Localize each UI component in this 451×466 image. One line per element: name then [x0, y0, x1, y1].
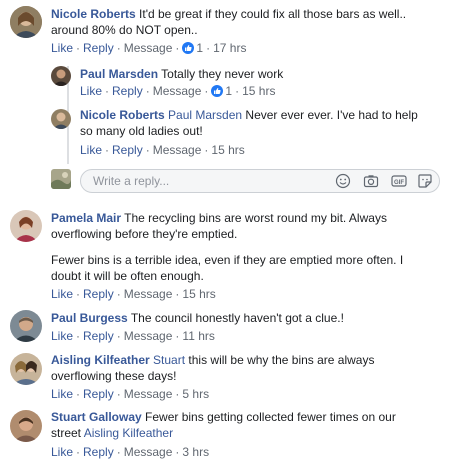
like-count[interactable]: 1 [196, 41, 203, 55]
timestamp[interactable]: 3 hrs [182, 445, 209, 459]
comment-text: The council honestly haven't got a clue.… [130, 311, 344, 325]
comment-author[interactable]: Aisling Kilfeather [51, 353, 150, 367]
timestamp[interactable]: 15 hrs [242, 84, 275, 98]
avatar-photo-icon [51, 66, 71, 86]
reply-author[interactable]: Nicole Roberts [80, 108, 165, 122]
comment-text: Fewer bins is a terrible idea, even if t… [51, 253, 404, 283]
timestamp[interactable]: 15 hrs [182, 287, 215, 301]
comment-author[interactable]: Pamela Mair [51, 211, 121, 225]
like-count[interactable]: 1 [225, 84, 232, 98]
avatar[interactable] [10, 210, 42, 242]
avatar[interactable] [10, 6, 42, 38]
mention-tag[interactable]: Paul Marsden [168, 108, 242, 122]
timestamp[interactable]: 15 hrs [211, 143, 244, 157]
avatar[interactable] [10, 410, 42, 442]
reply-author[interactable]: Paul Marsden [80, 67, 158, 81]
comment-actions: Like · Reply · Message · 11 hrs [51, 329, 215, 343]
avatar-photo-icon [10, 353, 42, 385]
like-thumb-icon[interactable] [182, 42, 195, 54]
reply-text: Totally they never work [161, 67, 284, 81]
message-link[interactable]: Message [124, 387, 173, 401]
avatar-photo-icon [10, 310, 42, 342]
reply-link[interactable]: Reply [83, 387, 114, 401]
comment-body: Pamela Mair The recycling bins are worst… [51, 210, 431, 242]
comment-body: Nicole Roberts It'd be great if they cou… [51, 6, 441, 38]
message-link[interactable]: Message [153, 84, 202, 98]
reply-actions: Like · Reply · Message · 15 hrs [80, 143, 245, 157]
avatar[interactable] [51, 66, 71, 86]
comment-author[interactable]: Paul Burgess [51, 311, 128, 325]
reply-link[interactable]: Reply [83, 445, 114, 459]
comment-author[interactable]: Stuart Galloway [51, 410, 142, 424]
like-link[interactable]: Like [51, 329, 73, 343]
comment-body: Paul Burgess The council honestly haven'… [51, 310, 441, 326]
svg-text:GIF: GIF [394, 180, 404, 186]
reply-link[interactable]: Reply [112, 143, 143, 157]
mention-tag[interactable]: Stuart [153, 353, 185, 367]
like-link[interactable]: Like [80, 84, 102, 98]
reply-input[interactable] [91, 173, 335, 189]
avatar[interactable] [10, 310, 42, 342]
sticker-icon[interactable] [417, 173, 433, 189]
timestamp[interactable]: 11 hrs [182, 329, 214, 343]
reply-box: GIF [80, 169, 440, 193]
comment-actions: Like · Reply · Message · 15 hrs [51, 287, 216, 301]
timestamp[interactable]: 5 hrs [182, 387, 209, 401]
reply-link[interactable]: Reply [83, 41, 114, 55]
comment-actions: Like · Reply · Message · 3 hrs [51, 445, 210, 459]
avatar-photo-icon [10, 410, 42, 442]
camera-icon[interactable] [363, 173, 379, 189]
comment-actions: Like · Reply · Message · 1 · 17 hrs [51, 41, 247, 55]
message-link[interactable]: Message [124, 445, 173, 459]
reply-link[interactable]: Reply [83, 329, 114, 343]
like-link[interactable]: Like [51, 445, 73, 459]
reply-link[interactable]: Reply [83, 287, 114, 301]
gif-icon[interactable]: GIF [391, 173, 407, 189]
message-link[interactable]: Message [124, 287, 173, 301]
avatar-photo-icon [10, 6, 42, 38]
like-link[interactable]: Like [80, 143, 102, 157]
avatar-photo-icon [51, 109, 71, 129]
emoji-icon[interactable] [335, 173, 351, 189]
avatar[interactable] [51, 109, 71, 129]
like-link[interactable]: Like [51, 41, 73, 55]
avatar[interactable] [10, 353, 42, 385]
comment-author[interactable]: Nicole Roberts [51, 7, 136, 21]
message-link[interactable]: Message [124, 329, 173, 343]
comment-body: Stuart Galloway Fewer bins getting colle… [51, 409, 401, 441]
like-thumb-icon[interactable] [211, 85, 224, 97]
reply-actions: Like · Reply · Message · 1 · 15 hrs [80, 84, 276, 98]
reply-link[interactable]: Reply [112, 84, 143, 98]
like-link[interactable]: Like [51, 387, 73, 401]
mention-tag[interactable]: Aisling Kilfeather [84, 426, 173, 440]
avatar [51, 169, 71, 189]
message-link[interactable]: Message [124, 41, 173, 55]
comment-actions: Like · Reply · Message · 5 hrs [51, 387, 210, 401]
reply-body: Paul Marsden Totally they never work [80, 66, 440, 82]
avatar-photo-icon [51, 169, 71, 189]
avatar-photo-icon [10, 210, 42, 242]
comment-body: Aisling Kilfeather Stuart this will be w… [51, 352, 411, 384]
message-link[interactable]: Message [153, 143, 202, 157]
timestamp[interactable]: 17 hrs [213, 41, 246, 55]
reply-body: Nicole Roberts Paul Marsden Never ever e… [80, 107, 420, 139]
comment-text-paragraph: Fewer bins is a terrible idea, even if t… [51, 252, 436, 284]
like-link[interactable]: Like [51, 287, 73, 301]
